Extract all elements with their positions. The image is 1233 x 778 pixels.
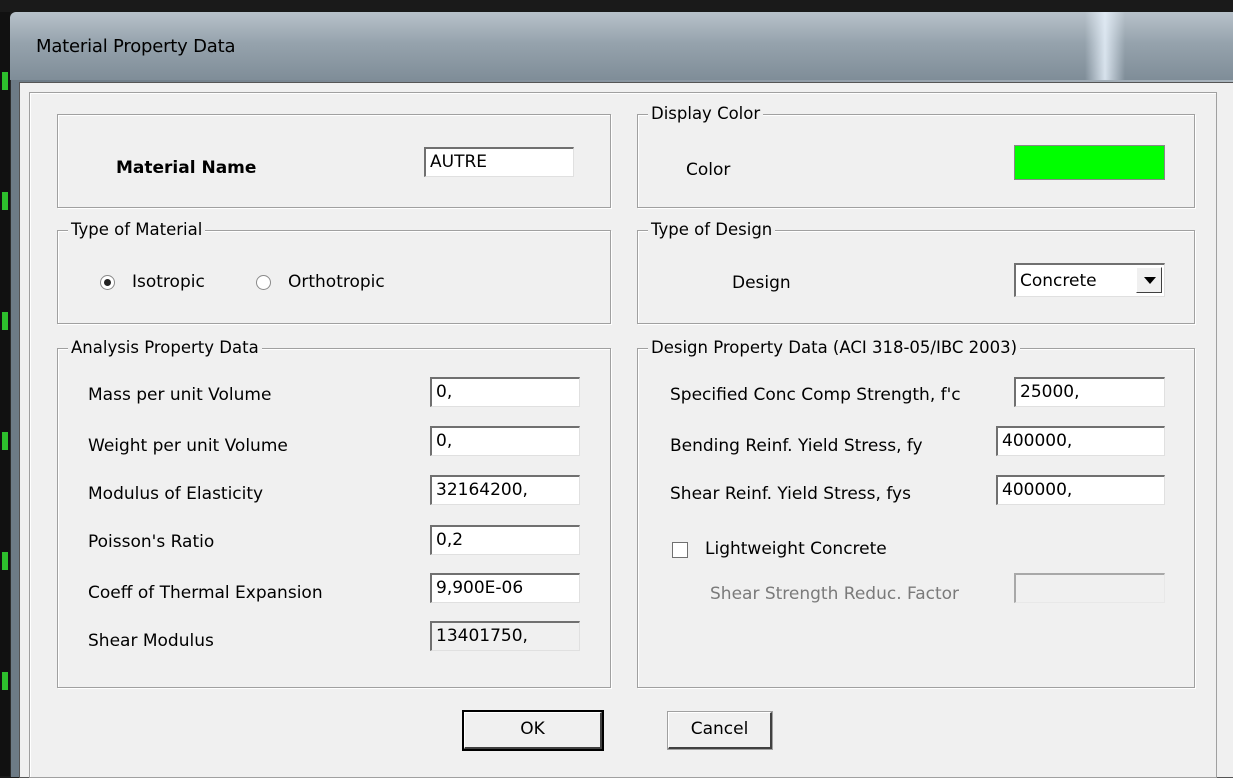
design-select-value: Concrete	[1020, 271, 1097, 291]
type-of-material-group: Type of Material Isotropic Orthotropic	[57, 220, 611, 324]
background-window-edge	[0, 12, 10, 776]
thermal-expansion-label: Coeff of Thermal Expansion	[88, 583, 323, 603]
bending-yield-stress-label: Bending Reinf. Yield Stress, fy	[670, 436, 923, 456]
shear-yield-stress-label: Shear Reinf. Yield Stress, fys	[670, 484, 911, 504]
design-select[interactable]: Concrete	[1014, 263, 1165, 297]
weight-per-unit-volume-label: Weight per unit Volume	[88, 436, 288, 456]
isotropic-radio[interactable]	[100, 275, 115, 290]
type-of-material-legend: Type of Material	[68, 220, 206, 240]
analysis-property-group: Analysis Property Data Mass per unit Vol…	[57, 338, 611, 688]
design-label: Design	[732, 273, 791, 293]
design-property-legend: Design Property Data (ACI 318-05/IBC 200…	[648, 338, 1021, 358]
display-color-group: Display Color Color	[637, 104, 1195, 208]
modulus-of-elasticity-input[interactable]: 32164200,	[430, 475, 580, 505]
material-name-input[interactable]: AUTRE	[424, 147, 574, 177]
ok-button[interactable]: OK	[462, 710, 604, 751]
shear-reduc-factor-label: Shear Strength Reduc. Factor	[710, 584, 960, 604]
material-name-label: Material Name	[116, 158, 257, 178]
mass-per-unit-volume-label: Mass per unit Volume	[88, 385, 272, 405]
poissons-ratio-label: Poisson's Ratio	[88, 532, 215, 552]
chevron-down-icon[interactable]	[1136, 267, 1162, 293]
color-label: Color	[686, 160, 731, 180]
dialog-title: Material Property Data	[36, 36, 236, 57]
title-bar[interactable]: Material Property Data	[10, 12, 1233, 80]
orthotropic-radio[interactable]	[256, 275, 271, 290]
lightweight-concrete-label[interactable]: Lightweight Concrete	[705, 538, 887, 560]
bending-yield-stress-input[interactable]: 400000,	[996, 426, 1165, 456]
shear-modulus-label: Shear Modulus	[88, 631, 214, 651]
lightweight-concrete-checkbox[interactable]	[672, 542, 688, 558]
cancel-button[interactable]: Cancel	[667, 711, 773, 750]
color-swatch-button[interactable]	[1014, 145, 1165, 180]
type-of-design-group: Type of Design Design Concrete	[637, 220, 1195, 324]
thermal-expansion-input[interactable]: 9,900E-06	[430, 573, 580, 603]
mass-per-unit-volume-input[interactable]: 0,	[430, 377, 580, 407]
shear-yield-stress-input[interactable]: 400000,	[996, 475, 1165, 505]
shear-reduc-factor-input	[1014, 573, 1165, 603]
orthotropic-label[interactable]: Orthotropic	[288, 271, 385, 293]
display-color-legend: Display Color	[648, 104, 764, 124]
design-property-group: Design Property Data (ACI 318-05/IBC 200…	[637, 338, 1195, 688]
isotropic-label[interactable]: Isotropic	[132, 271, 205, 293]
modulus-of-elasticity-label: Modulus of Elasticity	[88, 484, 264, 504]
conc-comp-strength-label: Specified Conc Comp Strength, f'c	[670, 385, 961, 405]
poissons-ratio-input[interactable]: 0,2	[430, 525, 580, 555]
type-of-design-legend: Type of Design	[648, 220, 776, 240]
analysis-property-legend: Analysis Property Data	[68, 338, 262, 358]
weight-per-unit-volume-input[interactable]: 0,	[430, 426, 580, 456]
conc-comp-strength-input[interactable]: 25000,	[1014, 377, 1165, 407]
shear-modulus-input: 13401750,	[430, 621, 580, 651]
material-name-group: Material Name AUTRE	[57, 114, 611, 208]
